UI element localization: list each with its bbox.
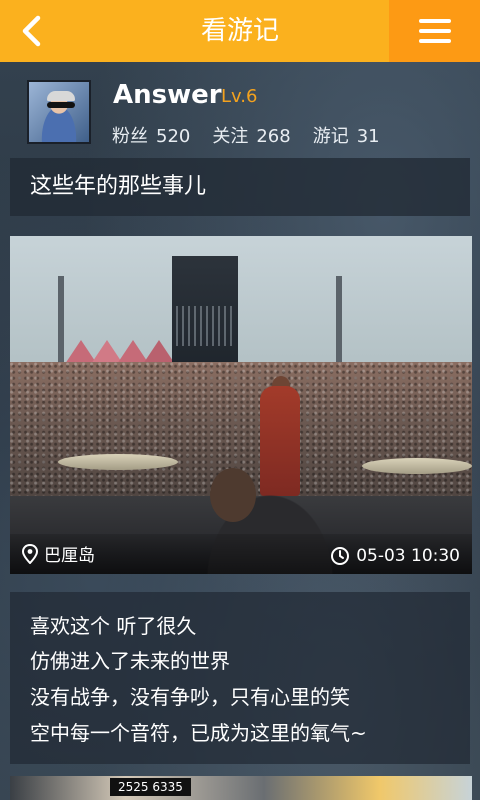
note-line: 空中每一个音符，已成为这里的氧气~ xyxy=(30,721,367,745)
stat-fans[interactable]: 粉丝 520 xyxy=(112,122,190,148)
note-text-box[interactable]: 喜欢这个 听了很久 仿佛进入了未来的世界 没有战争，没有争吵，只有心里的笑 空中… xyxy=(10,592,470,764)
stat-label: 游记 xyxy=(312,126,349,147)
note-title: 这些年的那些事儿 xyxy=(30,174,207,199)
menu-button[interactable] xyxy=(389,0,480,62)
next-photo-sign: 2525 6335 xyxy=(110,778,191,796)
level-badge: Lv.6 xyxy=(221,86,258,107)
stat-value: 520 xyxy=(156,126,191,147)
photo-time: 05-03 10:30 xyxy=(330,546,460,566)
top-bar: 看游记 xyxy=(0,0,480,62)
photo-location: 巴厘岛 xyxy=(22,541,95,566)
user-stats: 粉丝 520 关注 268 游记 31 xyxy=(112,122,402,148)
avatar[interactable] xyxy=(27,80,91,144)
note-line: 仿佛进入了未来的世界 xyxy=(30,649,230,673)
stat-value: 268 xyxy=(256,126,291,147)
hamburger-menu-icon xyxy=(418,13,451,49)
stat-notes[interactable]: 游记 31 xyxy=(313,122,380,148)
user-profile: Answer Lv.6 粉丝 520 关注 268 游记 31 xyxy=(0,62,480,158)
stat-label: 关注 xyxy=(212,126,249,147)
note-photo[interactable]: 巴厘岛 05-03 10:30 xyxy=(10,236,472,574)
note-line: 没有战争，没有争吵，只有心里的笑 xyxy=(30,685,350,709)
username[interactable]: Answer xyxy=(113,80,222,110)
stat-following[interactable]: 关注 268 xyxy=(212,122,290,148)
location-pin-icon xyxy=(22,543,38,564)
stat-value: 31 xyxy=(356,126,380,147)
location-text: 巴厘岛 xyxy=(44,546,95,566)
back-button[interactable] xyxy=(0,0,62,62)
time-text: 05-03 10:30 xyxy=(356,546,460,566)
note-line: 喜欢这个 听了很久 xyxy=(30,614,197,638)
chevron-left-icon xyxy=(22,15,41,47)
next-note-photo[interactable]: 2525 6335 xyxy=(10,776,472,800)
stat-label: 粉丝 xyxy=(112,126,148,147)
clock-icon xyxy=(330,546,350,566)
note-title-box[interactable]: 这些年的那些事儿 xyxy=(10,158,470,216)
